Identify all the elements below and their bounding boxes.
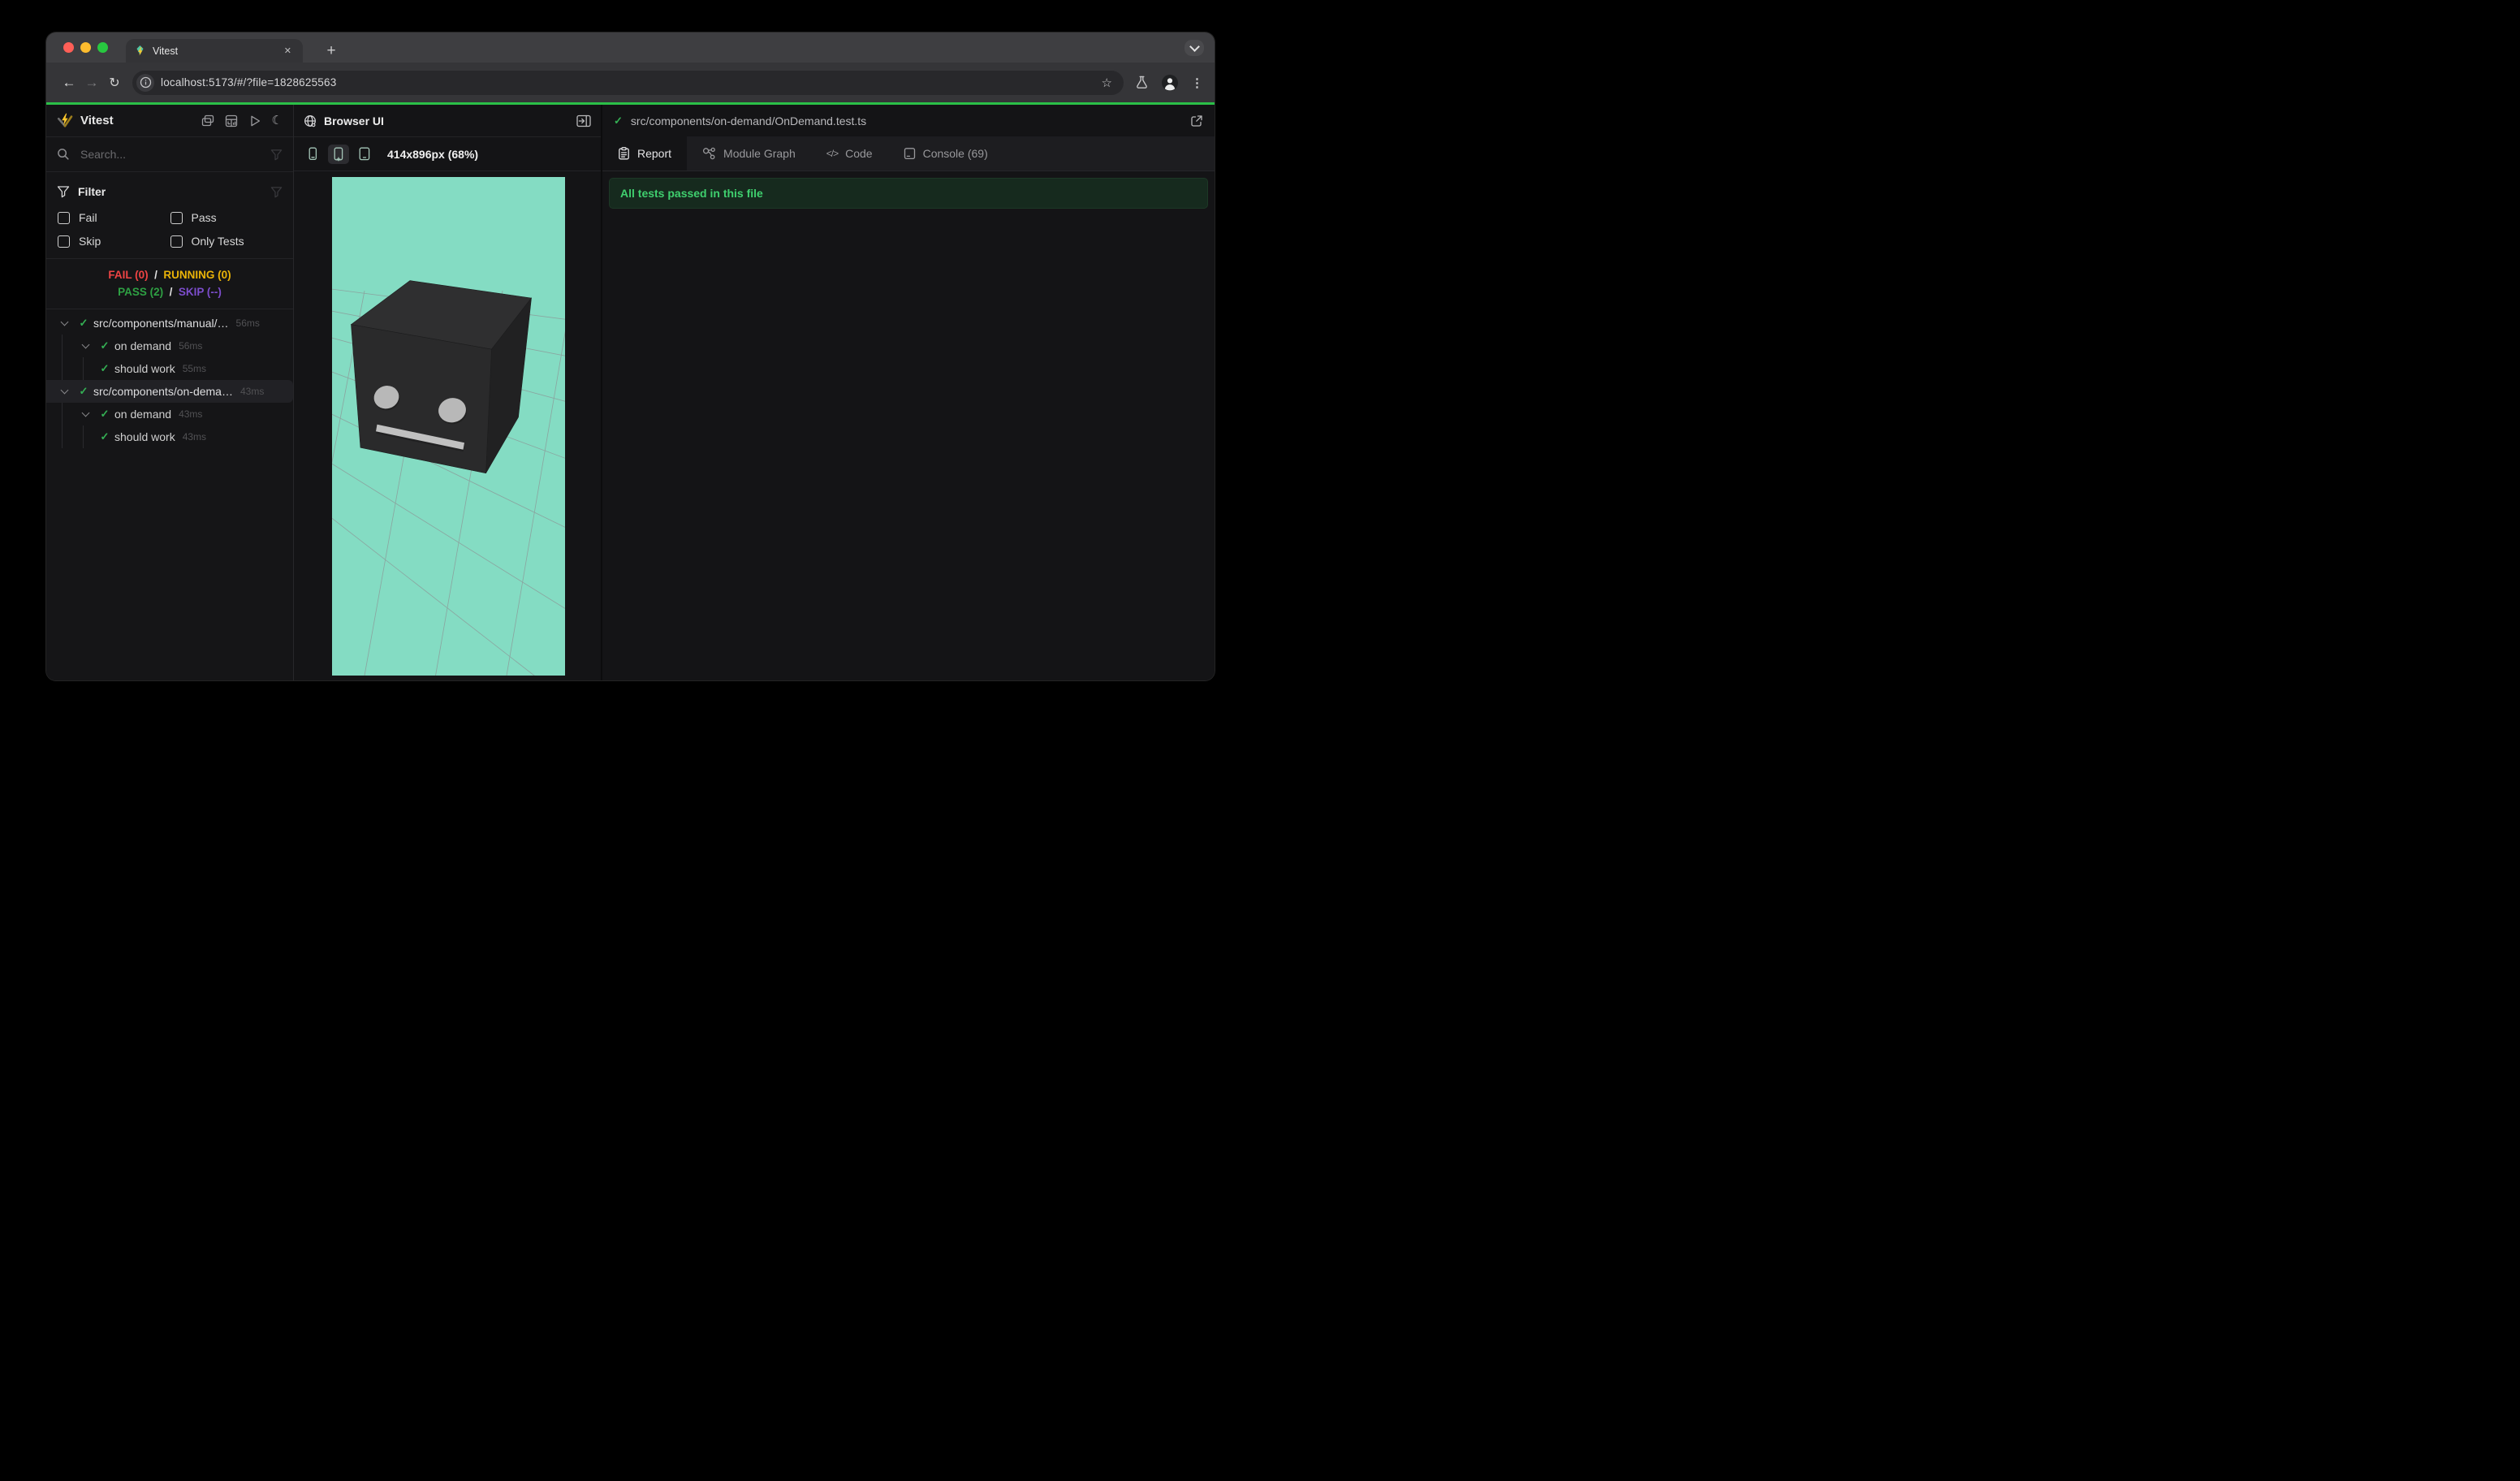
filter-checkbox-skip[interactable]: Skip xyxy=(58,235,170,248)
tab-title: Vitest xyxy=(153,45,179,57)
test-duration: 43ms xyxy=(179,408,203,420)
test-duration: 56ms xyxy=(235,317,260,329)
reload-button[interactable]: ↻ xyxy=(103,71,126,94)
code-icon: </> xyxy=(826,148,839,159)
browser-menu-kebab-icon[interactable]: ⋮ xyxy=(1191,76,1203,90)
tab-strip: Vitest ✕ + xyxy=(46,32,1215,63)
test-viewport-area xyxy=(294,171,601,680)
bookmark-star-icon[interactable]: ☆ xyxy=(1095,76,1119,90)
address-bar[interactable]: localhost:5173/#/?file=1828625563 ☆ xyxy=(132,70,1124,95)
filter-funnel-icon xyxy=(57,185,70,198)
pass-count: PASS (2) xyxy=(118,286,164,298)
pass-check-icon: ✓ xyxy=(79,385,88,397)
test-tree: ✓ src/components/manual/… 56ms ✓ on dema… xyxy=(46,309,293,680)
tab-module-graph[interactable]: Module Graph xyxy=(687,136,811,171)
pass-check-icon: ✓ xyxy=(100,362,110,374)
report-panel: ✓ src/components/on-demand/OnDemand.test… xyxy=(602,105,1215,680)
browser-ui-panel: Browser UI 414x896px (68%) xyxy=(294,105,602,680)
chevron-down-icon xyxy=(1189,41,1200,52)
chevron-down-icon[interactable] xyxy=(81,340,89,348)
fail-count: FAIL (0) xyxy=(108,269,149,281)
all-tests-passed-banner: All tests passed in this file xyxy=(609,178,1208,209)
tree-item-file-selected[interactable]: ✓ src/components/on-dema… 43ms xyxy=(46,380,293,403)
vitest-logo xyxy=(57,113,73,127)
open-external-icon[interactable] xyxy=(1190,114,1203,127)
tested-app-viewport[interactable] xyxy=(332,177,565,676)
checkbox-icon xyxy=(170,211,183,224)
device-phone-plus-button[interactable] xyxy=(328,144,349,164)
device-phone-small-button[interactable] xyxy=(302,145,323,164)
tab-search-button[interactable] xyxy=(1184,40,1204,56)
profile-avatar[interactable] xyxy=(1162,74,1178,91)
report-tabs: Report Module Graph </> Code Console (69… xyxy=(602,136,1215,171)
globe-icon xyxy=(304,114,317,127)
close-window-button[interactable] xyxy=(63,42,74,53)
new-tab-button[interactable]: + xyxy=(319,39,343,63)
browser-window: Vitest ✕ + ← → ↻ localhost:5173/#/?file=… xyxy=(46,32,1215,680)
browser-tab[interactable]: Vitest ✕ xyxy=(126,39,303,63)
dark-mode-moon-icon[interactable]: ☾ xyxy=(272,114,283,127)
skip-count: SKIP (--) xyxy=(178,286,222,298)
test-summary: FAIL (0) / RUNNING (0) PASS (2) / SKIP (… xyxy=(46,258,293,309)
tree-item-test[interactable]: ✓ should work 43ms xyxy=(46,425,293,448)
pass-check-icon: ✓ xyxy=(100,408,110,420)
collapse-panels-icon[interactable] xyxy=(201,114,214,127)
run-all-play-icon[interactable] xyxy=(248,114,261,127)
traffic-lights xyxy=(63,42,108,53)
chevron-down-icon[interactable] xyxy=(60,317,68,326)
test-duration: 56ms xyxy=(179,340,203,352)
test-file-path: src/components/on-demand/OnDemand.test.t… xyxy=(630,114,867,127)
test-duration: 43ms xyxy=(239,386,265,397)
browser-ui-title: Browser UI xyxy=(324,114,384,127)
experiments-flask-icon[interactable] xyxy=(1135,76,1149,89)
pass-check-icon: ✓ xyxy=(100,430,110,443)
forward-button[interactable]: → xyxy=(80,71,103,94)
test-duration: 43ms xyxy=(182,431,207,443)
viewport-size-label: 414x896px (68%) xyxy=(387,147,479,161)
browser-toolbar: ← → ↻ localhost:5173/#/?file=1828625563 … xyxy=(46,63,1215,102)
file-pass-check-icon: ✓ xyxy=(614,114,623,127)
filter-checkbox-pass[interactable]: Pass xyxy=(170,211,283,224)
minimize-window-button[interactable] xyxy=(80,42,91,53)
test-duration: 55ms xyxy=(182,363,207,374)
search-icon xyxy=(57,148,70,161)
tab-console[interactable]: Console (69) xyxy=(888,136,1003,171)
checkbox-icon xyxy=(170,235,183,248)
tab-report[interactable]: Report xyxy=(602,136,688,171)
tree-item-test[interactable]: ✓ should work 55ms xyxy=(46,357,293,380)
expand-panel-icon[interactable] xyxy=(576,114,591,127)
filter-clear-icon[interactable] xyxy=(270,186,283,198)
back-button[interactable]: ← xyxy=(58,71,80,94)
chevron-down-icon[interactable] xyxy=(81,408,89,417)
search-bar[interactable]: Search... xyxy=(46,137,293,172)
tree-item-file[interactable]: ✓ src/components/manual/… 56ms xyxy=(46,312,293,335)
url-text[interactable]: localhost:5173/#/?file=1828625563 xyxy=(161,76,1095,89)
app-title: Vitest xyxy=(80,114,114,127)
tab-close-icon[interactable]: ✕ xyxy=(281,44,295,58)
running-count: RUNNING (0) xyxy=(163,269,231,281)
filter-checkbox-fail[interactable]: Fail xyxy=(58,211,170,224)
filter-title: Filter xyxy=(78,185,106,198)
filter-section: Filter Fail Pass Skip Only Tests xyxy=(46,172,293,248)
tab-code[interactable]: </> Code xyxy=(811,136,888,171)
pass-check-icon: ✓ xyxy=(79,317,88,329)
zoom-window-button[interactable] xyxy=(97,42,108,53)
tree-item-suite[interactable]: ✓ on demand 43ms xyxy=(46,403,293,425)
search-input[interactable]: Search... xyxy=(80,148,260,161)
filter-checkbox-only-tests[interactable]: Only Tests xyxy=(170,235,283,248)
tree-item-suite[interactable]: ✓ on demand 56ms xyxy=(46,335,293,357)
checkbox-icon xyxy=(58,235,70,248)
chevron-down-icon[interactable] xyxy=(60,386,68,394)
device-toolbar: 414x896px (68%) xyxy=(294,137,601,171)
checkbox-icon xyxy=(58,211,70,224)
vitest-sidebar: Vitest ☾ Search... Filter Fail Pass Skip… xyxy=(46,105,294,680)
dashboard-icon[interactable] xyxy=(225,114,238,127)
vitest-favicon xyxy=(136,45,144,56)
device-tablet-button[interactable] xyxy=(354,145,375,164)
clear-filter-icon[interactable] xyxy=(270,149,283,161)
site-info-icon[interactable] xyxy=(136,73,154,92)
pass-check-icon: ✓ xyxy=(100,339,110,352)
